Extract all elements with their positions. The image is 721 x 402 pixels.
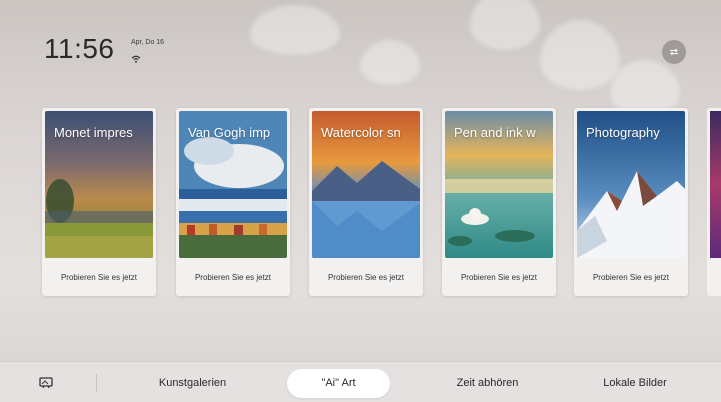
- card-title: Photography: [586, 125, 660, 140]
- switch-arrows-icon: [669, 43, 679, 61]
- try-now-button[interactable]: Probieren Sie es jetzt: [176, 263, 290, 291]
- clock-time: 11:56: [44, 33, 115, 64]
- try-now-button[interactable]: Probieren Sie es jetzt: [574, 263, 688, 291]
- nav-item-local-pictures[interactable]: Lokale Bilder: [580, 362, 690, 402]
- background-leaf: [540, 20, 620, 90]
- bottom-nav: Kunstgalerien "Ai" Art Zeit abhören Loka…: [0, 361, 721, 402]
- card-artwork: [710, 111, 721, 258]
- background-leaf: [470, 0, 540, 50]
- wifi-icon: [131, 50, 141, 68]
- background-leaf: [250, 5, 340, 55]
- art-style-card-watercolor[interactable]: Watercolor sn Probieren Sie es jetzt: [309, 108, 423, 296]
- nav-item-ai-art[interactable]: "Ai" Art: [287, 362, 390, 402]
- try-now-button[interactable]: Probieren Sie es jetzt: [42, 263, 156, 291]
- switch-mode-button[interactable]: [662, 40, 686, 64]
- card-title: Van Gogh imp: [188, 125, 271, 140]
- try-now-button[interactable]: Probieren Sie es jetzt: [309, 263, 423, 291]
- ambient-screen: 11:56 Apr, Do 16 Monet impres Probieren …: [0, 0, 721, 402]
- art-style-card-partial[interactable]: [707, 108, 721, 296]
- card-artwork: Van Gogh imp: [179, 111, 287, 258]
- card-artwork: Watercolor sn: [312, 111, 420, 258]
- card-title: Watercolor sn: [321, 125, 401, 140]
- try-now-button[interactable]: Probieren Sie es jetzt: [442, 263, 556, 291]
- picture-frame-icon[interactable]: [39, 376, 53, 394]
- card-title: Monet impres: [54, 125, 133, 140]
- art-style-card-pen-and-ink[interactable]: Pen and ink w Probieren Sie es jetzt: [442, 108, 556, 296]
- date-label: Apr, Do 16: [131, 39, 165, 46]
- card-artwork: Photography: [577, 111, 685, 258]
- card-artwork: Pen and ink w: [445, 111, 553, 258]
- nav-item-art-galleries[interactable]: Kunstgalerien: [140, 362, 245, 402]
- art-style-card-van-gogh[interactable]: Van Gogh imp Probieren Sie es jetzt: [176, 108, 290, 296]
- card-title: Pen and ink w: [454, 125, 536, 140]
- card-artwork: Monet impres: [45, 111, 153, 258]
- art-style-card-monet[interactable]: Monet impres Probieren Sie es jetzt: [42, 108, 156, 296]
- nav-divider: [96, 374, 97, 392]
- background-leaf: [360, 40, 420, 85]
- nav-item-time-listen[interactable]: Zeit abhören: [435, 362, 540, 402]
- art-style-card-photography[interactable]: Photography Probieren Sie es jetzt: [574, 108, 688, 296]
- background-leaf: [610, 60, 680, 115]
